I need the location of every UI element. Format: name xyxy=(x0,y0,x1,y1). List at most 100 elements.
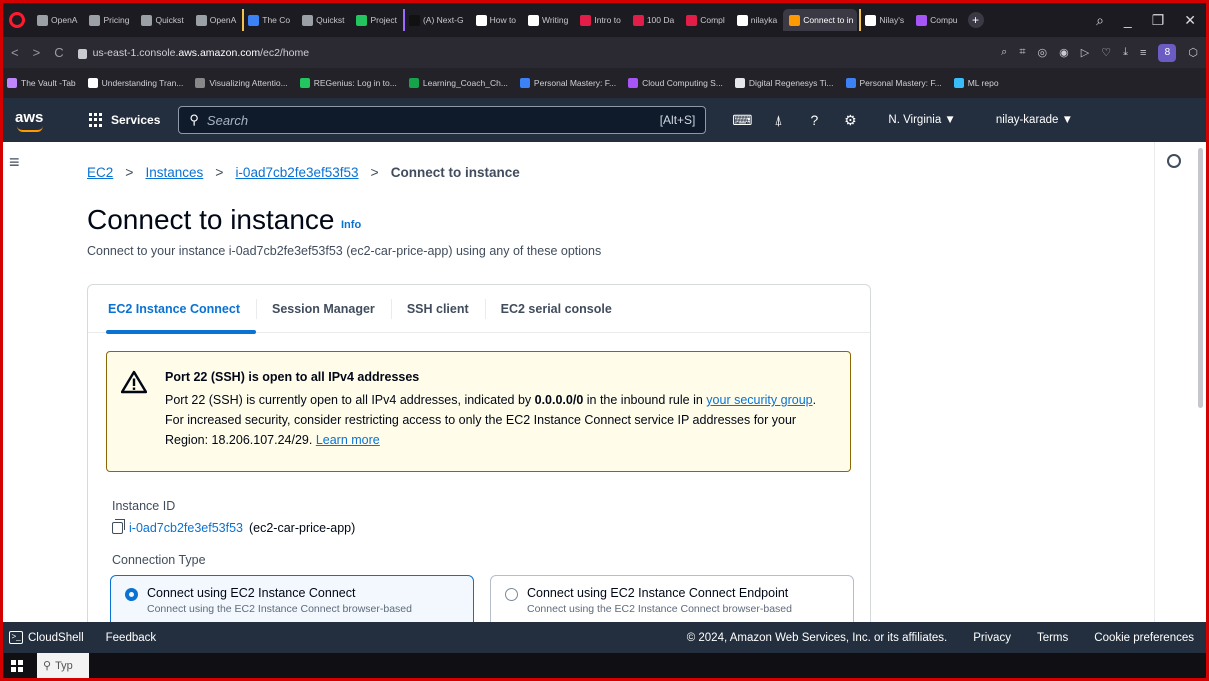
url-field[interactable]: us-east-1.console.aws.amazon.com/ec2/hom… xyxy=(93,47,310,59)
download-icon[interactable]: ⤓ xyxy=(1123,46,1128,59)
scrollbar[interactable] xyxy=(1198,148,1204,614)
windows-start-icon[interactable] xyxy=(11,659,23,672)
os-taskbar: ⚲ Typ xyxy=(3,653,1206,678)
browser-tab[interactable]: Intro to xyxy=(574,9,624,31)
taskbar-search[interactable]: ⚲ Typ xyxy=(37,653,89,678)
opera-logo-icon[interactable] xyxy=(9,12,25,28)
favicon-icon xyxy=(632,14,644,26)
instance-id-link[interactable]: i-0ad7cb2fe3ef53f53 xyxy=(129,521,243,535)
favicon-icon xyxy=(37,14,48,26)
tab-ec2-serial-console[interactable]: EC2 serial console xyxy=(484,285,628,333)
browser-tab[interactable]: Pricing xyxy=(83,9,133,31)
bookmark-item[interactable]: The Vault -Tab xyxy=(7,78,76,88)
settings-icon[interactable]: ⚙ xyxy=(832,112,868,129)
security-group-link[interactable]: your security group xyxy=(706,393,812,407)
play-icon[interactable]: ▷ xyxy=(1081,46,1089,59)
lens-icon[interactable]: ⌕ xyxy=(1001,46,1007,59)
bookmark-icon xyxy=(519,78,530,88)
bell-icon[interactable]: ⍋ xyxy=(760,112,796,129)
region-selector[interactable]: N. Virginia ▼ xyxy=(888,114,955,126)
back-icon[interactable]: < xyxy=(11,45,19,60)
privacy-link[interactable]: Privacy xyxy=(973,632,1011,644)
favicon-icon xyxy=(408,14,420,26)
radio-icon[interactable] xyxy=(505,588,518,601)
bookmark-item[interactable]: Personal Mastery: F... xyxy=(519,78,616,88)
account-menu[interactable]: nilay-karade ▼ xyxy=(996,114,1073,126)
browser-tab[interactable]: (A) Next-G xyxy=(402,9,468,31)
aws-logo[interactable]: aws xyxy=(15,109,59,132)
profile-icon[interactable]: 8 xyxy=(1158,43,1177,62)
browser-tab[interactable]: OpenA xyxy=(31,9,81,31)
copy-icon[interactable] xyxy=(112,519,125,534)
hamburger-icon[interactable]: ≡ xyxy=(9,152,20,173)
help-panel-icon[interactable] xyxy=(1167,154,1181,168)
bookmark-item[interactable]: Personal Mastery: F... xyxy=(845,78,942,88)
tab-ssh-client[interactable]: SSH client xyxy=(390,285,485,333)
extension-icon[interactable]: ⬡ xyxy=(1188,46,1198,59)
help-icon[interactable]: ? xyxy=(796,112,832,128)
minimize-icon[interactable]: _ xyxy=(1124,12,1132,29)
search-placeholder: Search xyxy=(206,112,249,128)
connection-option-instance-connect[interactable]: Connect using EC2 Instance Connect Conne… xyxy=(110,575,474,622)
breadcrumb-instance-id[interactable]: i-0ad7cb2fe3ef53f53 xyxy=(235,165,358,180)
favicon-icon xyxy=(736,14,748,26)
browser-tab[interactable]: 100 Da xyxy=(627,9,678,31)
browser-tab[interactable]: Compu xyxy=(910,9,961,31)
address-bar: < > C us-east-1.console.aws.amazon.com/e… xyxy=(3,37,1206,68)
bookmark-item[interactable]: Learning_Coach_Ch... xyxy=(408,78,508,88)
browser-tab[interactable]: Project xyxy=(350,9,400,31)
search-tabs-icon[interactable]: ⌕ xyxy=(1096,12,1104,29)
bookmark-label: Personal Mastery: F... xyxy=(859,78,942,88)
tab-session-manager[interactable]: Session Manager xyxy=(255,285,391,333)
breadcrumb-ec2[interactable]: EC2 xyxy=(87,165,113,180)
favicon-icon xyxy=(248,14,260,26)
learn-more-link[interactable]: Learn more xyxy=(316,433,380,447)
bookmark-item[interactable]: ML repo xyxy=(953,78,999,88)
info-link[interactable]: Info xyxy=(341,219,361,231)
cloudshell-button[interactable]: >_ CloudShell xyxy=(9,631,84,644)
snapshot-icon[interactable]: ⌗ xyxy=(1019,46,1025,59)
browser-tab[interactable]: Nilay's xyxy=(859,9,908,31)
cloudshell-label: CloudShell xyxy=(28,631,84,644)
browser-tab[interactable]: OpenA xyxy=(190,9,240,31)
menu-icon[interactable]: ≡ xyxy=(1140,47,1146,59)
camera-icon[interactable]: ◎ xyxy=(1038,46,1048,59)
tab-label: 100 Da xyxy=(646,15,675,25)
bookmark-label: Digital Regenesys Ti... xyxy=(748,78,834,88)
services-menu[interactable]: Services xyxy=(89,113,160,127)
restore-icon[interactable]: ❐ xyxy=(1152,12,1165,29)
cookie-preferences-link[interactable]: Cookie preferences xyxy=(1094,632,1194,644)
new-tab-icon[interactable]: + xyxy=(967,12,984,28)
terms-link[interactable]: Terms xyxy=(1037,632,1068,644)
connection-option-endpoint[interactable]: Connect using EC2 Instance Connect Endpo… xyxy=(490,575,854,622)
favicon-icon xyxy=(580,14,592,26)
forward-icon[interactable]: > xyxy=(33,45,41,60)
radio-selected-icon[interactable] xyxy=(125,588,138,601)
breadcrumb-instances[interactable]: Instances xyxy=(145,165,203,180)
shield-icon[interactable]: ◉ xyxy=(1059,46,1069,59)
bookmark-item[interactable]: REGenius: Log in to... xyxy=(299,78,397,88)
reload-icon[interactable]: C xyxy=(54,45,63,60)
bookmark-icon xyxy=(408,78,419,88)
browser-tab[interactable]: How to xyxy=(470,9,520,31)
tab-ec2-instance-connect[interactable]: EC2 Instance Connect xyxy=(106,285,256,334)
browser-tab[interactable]: The Co xyxy=(242,9,294,31)
bookmark-item[interactable]: Visualizing Attentio... xyxy=(195,78,288,88)
instance-id-value: i-0ad7cb2fe3ef53f53 (ec2-car-price-app) xyxy=(112,519,355,535)
option-title: Connect using EC2 Instance Connect Endpo… xyxy=(527,586,789,600)
browser-tab[interactable]: Connect to in xyxy=(783,9,858,31)
browser-tab[interactable]: Compl xyxy=(680,9,729,31)
browser-tab[interactable]: Quickst xyxy=(296,9,348,31)
heart-icon[interactable]: ♡ xyxy=(1101,46,1111,59)
bookmark-item[interactable]: Understanding Tran... xyxy=(87,78,183,88)
lock-icon xyxy=(77,48,87,59)
browser-tab[interactable]: Writing xyxy=(522,9,572,31)
browser-tab[interactable]: nilayka xyxy=(731,9,781,31)
search-input[interactable]: ⚲ Search [Alt+S] xyxy=(178,106,707,134)
bookmark-item[interactable]: Cloud Computing S... xyxy=(628,78,723,88)
bookmark-item[interactable]: Digital Regenesys Ti... xyxy=(734,78,834,88)
cloudshell-icon[interactable]: ⌨ xyxy=(724,112,760,129)
close-window-icon[interactable]: ✕ xyxy=(1184,12,1196,29)
browser-tab[interactable]: Quickst xyxy=(135,9,187,31)
feedback-link[interactable]: Feedback xyxy=(106,632,157,644)
